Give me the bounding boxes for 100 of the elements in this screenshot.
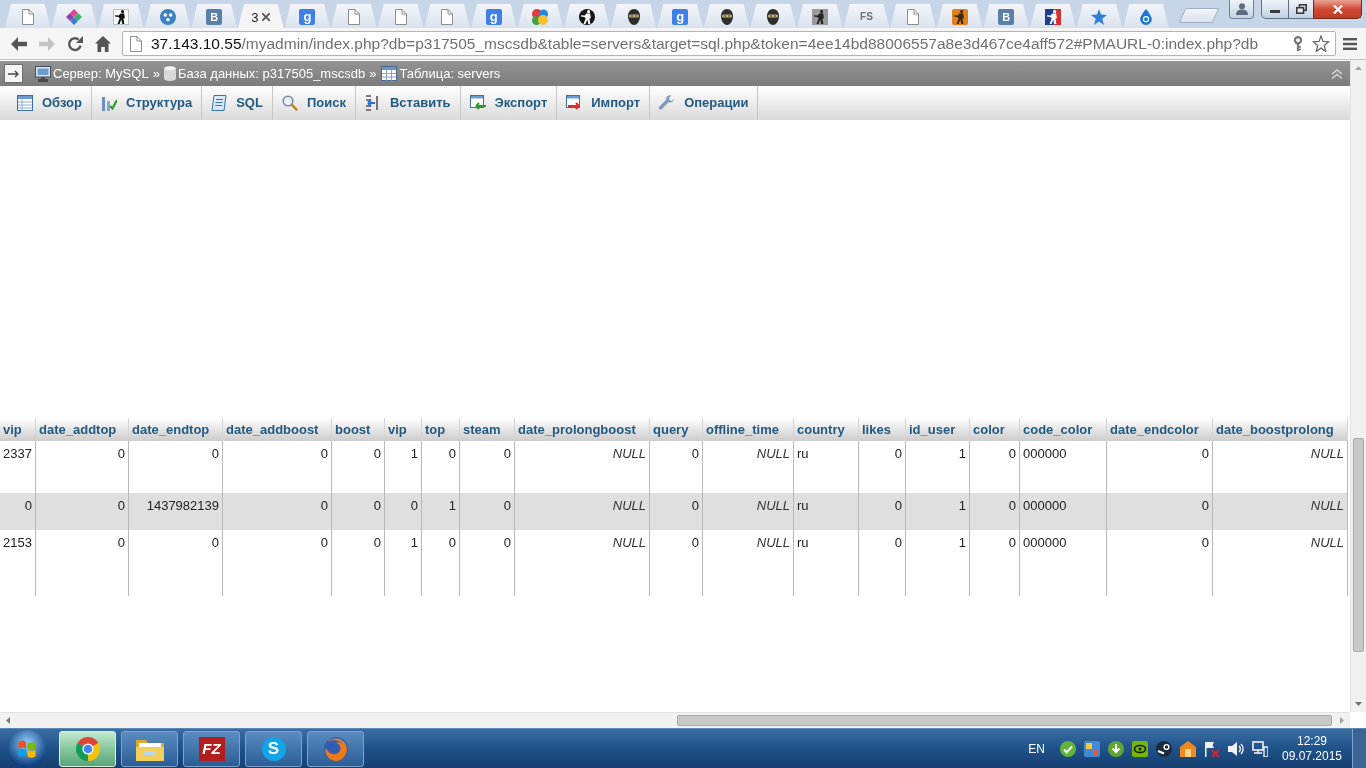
menu-tab[interactable]: Импорт	[557, 86, 651, 120]
close-icon[interactable]	[262, 13, 271, 21]
browser-tab[interactable]: B	[983, 4, 1030, 28]
page-icon	[441, 9, 454, 25]
browser-tab[interactable]: g	[657, 4, 703, 28]
column-header[interactable]: vip	[385, 418, 422, 441]
browser-tab[interactable]	[564, 4, 610, 28]
table-cell: 2153	[0, 530, 36, 596]
browser-tab[interactable]: FS	[843, 4, 890, 28]
browser-tab[interactable]	[703, 4, 750, 28]
clock-time[interactable]: 12:29	[1297, 733, 1327, 749]
scrollbar-thumb[interactable]	[1353, 438, 1364, 652]
tile-icon[interactable]	[1084, 740, 1100, 757]
page-icon	[21, 9, 34, 25]
page-icon	[394, 9, 407, 25]
start-orb-icon[interactable]	[8, 729, 46, 768]
masked-head-icon	[720, 9, 733, 25]
column-header[interactable]: steam	[460, 418, 515, 441]
column-header[interactable]: code_color	[1020, 418, 1107, 441]
flag-warning-icon[interactable]	[1204, 740, 1220, 757]
menu-tab[interactable]: Вставить	[355, 86, 461, 120]
eye-tile-icon[interactable]	[1132, 740, 1148, 757]
check-badge-icon[interactable]	[1060, 740, 1076, 757]
speaker-icon[interactable]	[1228, 740, 1244, 757]
download-circle-icon[interactable]	[1108, 740, 1124, 757]
breadcrumb-link[interactable]: Таблица: servers	[399, 63, 501, 84]
clock-date[interactable]: 09.07.2015	[1281, 748, 1343, 764]
reload-icon	[67, 35, 83, 52]
column-header[interactable]: date_boostprolong	[1213, 418, 1348, 441]
profile-button[interactable]	[1229, 0, 1254, 19]
letter-tile-icon: g	[299, 9, 316, 25]
key-icon[interactable]	[1293, 36, 1303, 51]
table-cell: 0	[129, 530, 223, 596]
search-icon	[281, 95, 298, 111]
page-icon	[130, 35, 142, 52]
browser-tab[interactable]: 3	[237, 4, 284, 28]
column-header[interactable]: date_addboost	[223, 418, 332, 441]
column-header[interactable]: top	[422, 418, 460, 441]
letter-tile-icon: g	[485, 9, 502, 25]
browser-tab[interactable]	[936, 4, 983, 28]
column-header[interactable]: query	[650, 418, 703, 441]
address-field[interactable]: 37.143.10.55/myadmin/index.php?db=p317505_mscsdb&table=servers&target=sql.php&token=4ee14bd88006557a8e3d467ce4aff572#PMAURL-0:index.php?db	[122, 31, 1336, 56]
minimize-button[interactable]	[1261, 0, 1289, 19]
scrollbar-thumb[interactable]	[677, 715, 1332, 726]
chrome-icon	[75, 736, 100, 761]
masked-head-icon	[767, 9, 780, 25]
table-cell: 0	[422, 530, 460, 596]
column-header[interactable]: offline_time	[703, 418, 794, 441]
column-header[interactable]: country	[794, 418, 859, 441]
taskbar-app-button[interactable]: FZ	[183, 730, 240, 767]
server-icon	[35, 65, 51, 82]
letter-tile-icon: B	[206, 9, 223, 25]
column-header[interactable]: likes	[859, 418, 906, 441]
browser-tab[interactable]	[610, 4, 657, 28]
collapse-icon[interactable]	[1331, 68, 1343, 79]
browser-tab[interactable]: g	[470, 4, 517, 28]
column-header[interactable]: date_addtop	[36, 418, 129, 441]
table-cell: 0	[460, 530, 515, 596]
restore-button[interactable]	[1289, 0, 1313, 19]
menu-tab[interactable]: Поиск	[272, 86, 356, 120]
breadcrumb-separator: »	[152, 64, 160, 83]
menu-tab[interactable]: Экспорт	[460, 86, 558, 120]
right-arrow-icon	[1340, 717, 1344, 724]
table-cell: NULL	[515, 530, 650, 596]
table-cell: 1	[385, 530, 422, 596]
menu-tab[interactable]: Структура	[92, 86, 203, 120]
close-button[interactable]	[1313, 0, 1362, 19]
horizontal-scrollbar[interactable]	[0, 712, 1350, 728]
house-icon[interactable]	[1180, 740, 1196, 757]
export-icon	[469, 95, 486, 111]
browser-tab[interactable]: g	[284, 4, 331, 28]
table-cell: 0	[36, 530, 129, 596]
menu-tab[interactable]: SQL	[202, 86, 273, 120]
menu-tab[interactable]: Обзор	[8, 86, 92, 120]
breadcrumb-link[interactable]: Сервер: MySQL	[53, 63, 149, 84]
column-header[interactable]: id_user	[906, 418, 970, 441]
browser-tab[interactable]	[1030, 4, 1076, 28]
column-header[interactable]: vip	[0, 418, 36, 441]
taskbar-app-button[interactable]	[121, 730, 178, 767]
browser-tab[interactable]: B	[191, 4, 237, 28]
browser-tab[interactable]	[750, 4, 797, 28]
menu-tab[interactable]: Операции	[650, 86, 759, 120]
column-header[interactable]: date_endtop	[129, 418, 223, 441]
star-icon[interactable]	[1312, 35, 1330, 52]
browser-tab[interactable]	[98, 4, 144, 28]
network-icon[interactable]	[1252, 740, 1268, 757]
script-icon	[211, 95, 228, 111]
breadcrumb-link[interactable]: База данных: p317505_mscsdb	[177, 63, 366, 84]
sport-logo-icon	[1044, 9, 1061, 25]
column-header[interactable]: boost	[332, 418, 385, 441]
table-cell: 0	[1107, 530, 1213, 596]
browser-tab[interactable]	[797, 4, 843, 28]
table-cell: 0	[859, 530, 906, 596]
column-header[interactable]: date_endcolor	[1107, 418, 1213, 441]
language-indicator[interactable]: EN	[1028, 739, 1045, 758]
column-header[interactable]: date_prolongboost	[515, 418, 650, 441]
column-header[interactable]: color	[970, 418, 1020, 441]
navigation-toggle-button[interactable]	[4, 64, 23, 83]
ring-lever-icon[interactable]	[1156, 740, 1172, 757]
vertical-scrollbar[interactable]	[1350, 60, 1366, 712]
